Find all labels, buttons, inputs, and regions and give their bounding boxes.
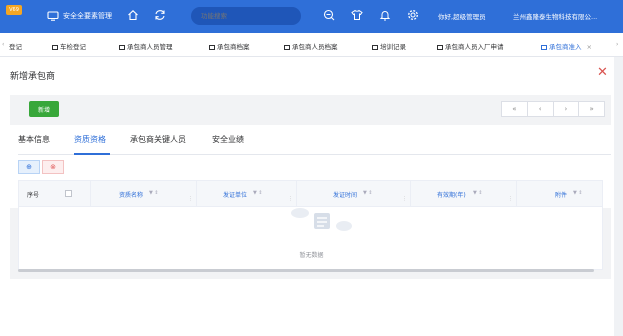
filter-sort-icon[interactable]: ▼ ⇕ — [149, 190, 159, 196]
toolbar: 新增 « ‹ › » — [10, 95, 611, 125]
tab-vehicle-inspection[interactable]: 车检登记 — [52, 41, 86, 51]
form-subtabs: 基本信息 资质资格 承包商关键人员 安全业绩 — [18, 133, 611, 155]
add-button[interactable]: 新增 — [29, 101, 59, 117]
last-page-button[interactable]: » — [579, 102, 604, 116]
document-icon — [437, 44, 443, 50]
tab-basic-info[interactable]: 基本信息 — [18, 134, 50, 145]
tab-qualifications[interactable]: 资质资格 — [74, 134, 106, 145]
column-header-qualification-name: 资质名称 — [119, 192, 144, 199]
zoom-icon[interactable] — [323, 9, 335, 21]
tabs-scroll-left-icon[interactable]: ‹ — [2, 41, 4, 48]
user-greeting[interactable]: 你好,超级管理员 — [438, 11, 486, 21]
table-horizontal-scrollbar[interactable] — [18, 269, 594, 272]
document-icon — [541, 44, 547, 50]
resize-handle[interactable]: ⋮ — [508, 196, 513, 202]
tab-contractor-archive[interactable]: 承包商档案 — [209, 41, 250, 51]
prev-page-button[interactable]: ‹ — [528, 102, 554, 116]
column-index: 序号 — [19, 181, 91, 207]
gear-icon[interactable] — [407, 9, 419, 21]
row-action-buttons: ⊕ ⊗ — [18, 160, 64, 174]
empty-data-icon — [291, 208, 352, 231]
column-header-issuing-unit: 发证单位 — [223, 192, 248, 199]
column-validity[interactable]: 有效期(年) ▼ ⇕ ⋮ — [411, 181, 517, 207]
top-navigation-bar: V69 安全全要素管理 你好,超级管理员 兰州鑫隆泰生物科技有限公... — [0, 0, 623, 33]
close-icon[interactable]: ✕ — [597, 66, 608, 79]
tab-key-personnel[interactable]: 承包商关键人员 — [130, 134, 186, 145]
column-issuing-unit[interactable]: 发证单位 ▼ ⇕ ⋮ — [197, 181, 297, 207]
tab-training-records[interactable]: 培训记录 — [372, 41, 406, 51]
tab-contractor-personnel-archive[interactable]: 承包商人员档案 — [284, 41, 338, 51]
column-qualification-name[interactable]: 资质名称 ▼ ⇕ ⋮ — [91, 181, 197, 207]
company-name[interactable]: 兰州鑫隆泰生物科技有限公... — [513, 11, 619, 21]
document-icon — [284, 44, 290, 50]
page-tab-bar: ‹ 登记 车检登记 承包商人员管理 承包商档案 承包商人员档案 培训记录 承包商… — [0, 33, 623, 57]
column-attachment[interactable]: 附件 ▼ ⇕ — [517, 181, 602, 207]
bell-icon[interactable] — [379, 9, 391, 21]
document-icon — [209, 44, 215, 50]
filter-sort-icon[interactable]: ▼ ⇕ — [473, 190, 483, 196]
refresh-icon[interactable] — [154, 9, 166, 21]
column-header-attachment: 附件 — [555, 192, 568, 199]
page-vertical-scrollbar[interactable] — [617, 57, 623, 336]
first-page-button[interactable]: « — [502, 102, 528, 116]
tab-safety-performance[interactable]: 安全业绩 — [212, 134, 244, 145]
system-menu-title[interactable]: 安全全要素管理 — [63, 11, 112, 21]
empty-table-message: 暂无数据 — [299, 252, 324, 259]
column-header-issue-date: 发证时间 — [333, 192, 358, 199]
resize-handle[interactable]: ⋮ — [402, 196, 407, 202]
tabs-scroll-right-icon[interactable]: › — [616, 41, 618, 48]
document-icon — [119, 44, 125, 50]
document-icon — [372, 44, 378, 50]
tab-contractor-access[interactable]: 承包商准入 × — [541, 41, 592, 51]
active-tab-indicator — [74, 153, 110, 155]
resize-handle[interactable]: ⋮ — [288, 196, 293, 202]
resize-handle[interactable]: ⋮ — [188, 196, 193, 202]
filter-sort-icon[interactable]: ▼ ⇕ — [363, 190, 373, 196]
monitor-icon[interactable] — [47, 11, 59, 21]
shirt-icon[interactable] — [351, 9, 363, 21]
column-header-index: 序号 — [27, 192, 40, 199]
filter-sort-icon[interactable]: ▼ ⇕ — [573, 190, 583, 196]
add-row-button[interactable]: ⊕ — [18, 160, 40, 174]
record-pager: « ‹ › » — [501, 101, 605, 117]
dialog-title: 新增承包商 — [10, 72, 56, 82]
document-icon — [52, 44, 58, 50]
filter-sort-icon[interactable]: ▼ ⇕ — [253, 190, 263, 196]
tab-contractor-personnel[interactable]: 承包商人员管理 — [119, 41, 173, 51]
select-all-checkbox[interactable] — [65, 190, 72, 197]
function-search-input[interactable] — [191, 7, 301, 25]
tab-close-icon[interactable]: × — [587, 43, 592, 51]
tab-entry-application[interactable]: 承包商人员入厂申请 — [437, 41, 504, 51]
tab-registration[interactable]: 登记 — [9, 41, 22, 51]
version-badge: V69 — [6, 5, 22, 15]
next-page-button[interactable]: › — [554, 102, 580, 116]
remove-row-button[interactable]: ⊗ — [42, 160, 64, 174]
home-icon[interactable] — [127, 9, 139, 21]
column-header-validity: 有效期(年) — [437, 192, 466, 199]
